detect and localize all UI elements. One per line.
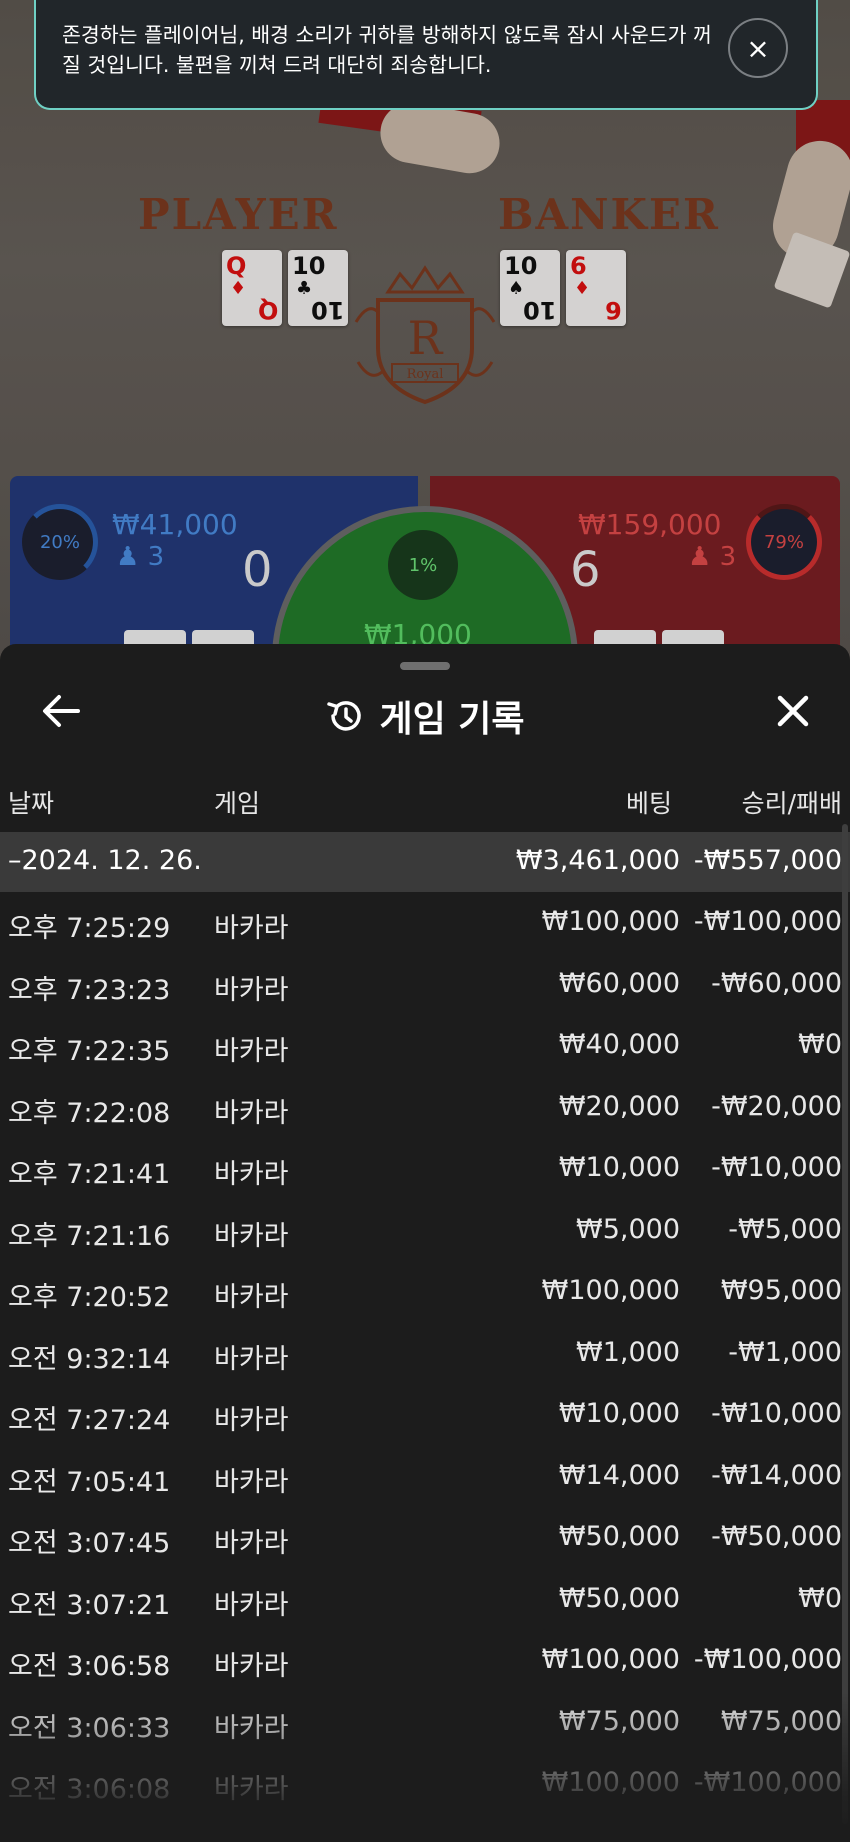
row-bet: ₩60,000 bbox=[558, 967, 680, 999]
row-game: 바카라 bbox=[214, 974, 289, 1006]
row-win-loss: -₩5,000 bbox=[728, 1213, 842, 1245]
history-row[interactable]: 오전 3:07:45 바카라 ₩50,000 -₩50,000 bbox=[0, 1507, 850, 1569]
row-game: 바카라 bbox=[214, 1589, 289, 1621]
row-time: 오후 7:22:08 bbox=[8, 1097, 171, 1129]
list-fade-overlay bbox=[0, 1692, 850, 1842]
row-win-loss: -₩10,000 bbox=[711, 1398, 842, 1429]
date-group-date: –2024. 12. 26. bbox=[8, 845, 202, 876]
row-time: 오후 7:20:52 bbox=[8, 1282, 171, 1313]
row-bet: ₩1,000 bbox=[576, 1336, 680, 1368]
row-win-loss: -₩1,000 bbox=[728, 1336, 842, 1368]
row-time: 오후 7:23:23 bbox=[8, 974, 171, 1006]
close-icon: × bbox=[746, 31, 770, 65]
row-bet: ₩100,000 bbox=[541, 1644, 680, 1675]
scrollbar[interactable] bbox=[842, 824, 848, 1824]
row-win-loss: -₩14,000 bbox=[711, 1459, 842, 1491]
row-win-loss: -₩10,000 bbox=[711, 1152, 842, 1183]
close-icon bbox=[777, 695, 809, 727]
drag-handle[interactable] bbox=[400, 662, 450, 670]
row-bet: ₩10,000 bbox=[558, 1152, 680, 1183]
history-row[interactable]: 오전 3:06:58 바카라 ₩100,000 -₩100,000 bbox=[0, 1630, 850, 1692]
row-time: 오후 7:22:35 bbox=[8, 1036, 171, 1067]
row-time: 오전 3:06:58 bbox=[8, 1651, 171, 1682]
row-game: 바카라 bbox=[214, 1036, 289, 1067]
history-row[interactable]: 오후 7:25:29 바카라 ₩100,000 -₩100,000 bbox=[0, 892, 850, 954]
row-bet: ₩40,000 bbox=[558, 1029, 680, 1060]
date-group-win-total: -₩557,000 bbox=[693, 845, 842, 876]
row-time: 오후 7:21:41 bbox=[8, 1159, 171, 1190]
date-group-row[interactable]: –2024. 12. 26. ₩3,461,000 -₩557,000 bbox=[0, 832, 850, 892]
row-win-loss: -₩100,000 bbox=[693, 1644, 842, 1675]
column-game: 게임 bbox=[214, 789, 261, 818]
row-time: 오전 7:27:24 bbox=[8, 1405, 171, 1436]
panel-close-button[interactable] bbox=[770, 688, 816, 734]
row-bet: ₩100,000 bbox=[541, 1275, 680, 1306]
history-row[interactable]: 오후 7:21:41 바카라 ₩10,000 -₩10,000 bbox=[0, 1138, 850, 1200]
row-win-loss: -₩20,000 bbox=[711, 1090, 842, 1122]
row-time: 오후 7:21:16 bbox=[8, 1220, 171, 1252]
history-row[interactable]: 오후 7:22:08 바카라 ₩20,000 -₩20,000 bbox=[0, 1077, 850, 1139]
row-game: 바카라 bbox=[214, 913, 289, 944]
history-row[interactable]: 오전 9:32:14 바카라 ₩1,000 -₩1,000 bbox=[0, 1323, 850, 1385]
row-bet: ₩10,000 bbox=[558, 1398, 680, 1429]
row-game: 바카라 bbox=[214, 1159, 289, 1190]
toast-message: 존경하는 플레이어님, 배경 소리가 귀하를 방해하지 않도록 잠시 사운드가 … bbox=[62, 23, 712, 77]
panel-header: 게임 기록 bbox=[0, 690, 850, 742]
history-row[interactable]: 오전 7:05:41 바카라 ₩14,000 -₩14,000 bbox=[0, 1446, 850, 1508]
history-icon bbox=[327, 701, 362, 731]
date-group-bet-total: ₩3,461,000 bbox=[515, 845, 680, 876]
row-time: 오전 3:07:45 bbox=[8, 1528, 171, 1559]
row-bet: ₩14,000 bbox=[558, 1459, 680, 1491]
history-row[interactable]: 오전 7:27:24 바카라 ₩10,000 -₩10,000 bbox=[0, 1384, 850, 1446]
row-bet: ₩5,000 bbox=[576, 1213, 680, 1245]
history-row[interactable]: 오후 7:21:16 바카라 ₩5,000 -₩5,000 bbox=[0, 1200, 850, 1262]
row-win-loss: ₩0 bbox=[798, 1029, 842, 1060]
history-row[interactable]: 오전 3:07:21 바카라 ₩50,000 ₩0 bbox=[0, 1569, 850, 1631]
row-bet: ₩50,000 bbox=[558, 1521, 680, 1552]
row-game: 바카라 bbox=[214, 1097, 289, 1129]
row-game: 바카라 bbox=[214, 1282, 289, 1313]
row-game: 바카라 bbox=[214, 1466, 289, 1498]
row-win-loss: -₩100,000 bbox=[693, 906, 842, 937]
history-row[interactable]: 오후 7:20:52 바카라 ₩100,000 ₩95,000 bbox=[0, 1261, 850, 1323]
history-row[interactable]: 오후 7:22:35 바카라 ₩40,000 ₩0 bbox=[0, 1015, 850, 1077]
column-win-loss: 승리/패배 bbox=[741, 789, 842, 818]
row-game: 바카라 bbox=[214, 1405, 289, 1436]
row-time: 오전 9:32:14 bbox=[8, 1343, 171, 1375]
game-history-panel: 게임 기록 날짜 게임 베팅 승리/패배 –2024. 12. 26. ₩3,4… bbox=[0, 644, 850, 1842]
sound-notice-toast: 존경하는 플레이어님, 배경 소리가 귀하를 방해하지 않도록 잠시 사운드가 … bbox=[34, 0, 818, 110]
history-list: –2024. 12. 26. ₩3,461,000 -₩557,000 오후 7… bbox=[0, 832, 850, 1815]
row-win-loss: -₩50,000 bbox=[711, 1521, 842, 1552]
toast-close-button[interactable]: × bbox=[728, 18, 788, 78]
row-game: 바카라 bbox=[214, 1528, 289, 1559]
row-bet: ₩20,000 bbox=[558, 1090, 680, 1122]
history-row[interactable]: 오후 7:23:23 바카라 ₩60,000 -₩60,000 bbox=[0, 954, 850, 1016]
row-time: 오전 7:05:41 bbox=[8, 1466, 171, 1498]
row-bet: ₩50,000 bbox=[558, 1582, 680, 1614]
column-date: 날짜 bbox=[8, 789, 55, 818]
table-header: 날짜 게임 베팅 승리/패배 bbox=[0, 784, 850, 824]
row-time: 오전 3:07:21 bbox=[8, 1589, 171, 1621]
column-bet: 베팅 bbox=[625, 789, 672, 818]
panel-title: 게임 기록 bbox=[379, 699, 525, 740]
row-win-loss: ₩0 bbox=[798, 1582, 842, 1614]
row-game: 바카라 bbox=[214, 1343, 289, 1375]
row-game: 바카라 bbox=[214, 1220, 289, 1252]
row-game: 바카라 bbox=[214, 1651, 289, 1682]
row-bet: ₩100,000 bbox=[541, 906, 680, 937]
row-time: 오후 7:25:29 bbox=[8, 913, 171, 944]
row-win-loss: ₩95,000 bbox=[720, 1275, 842, 1306]
row-win-loss: -₩60,000 bbox=[711, 967, 842, 999]
